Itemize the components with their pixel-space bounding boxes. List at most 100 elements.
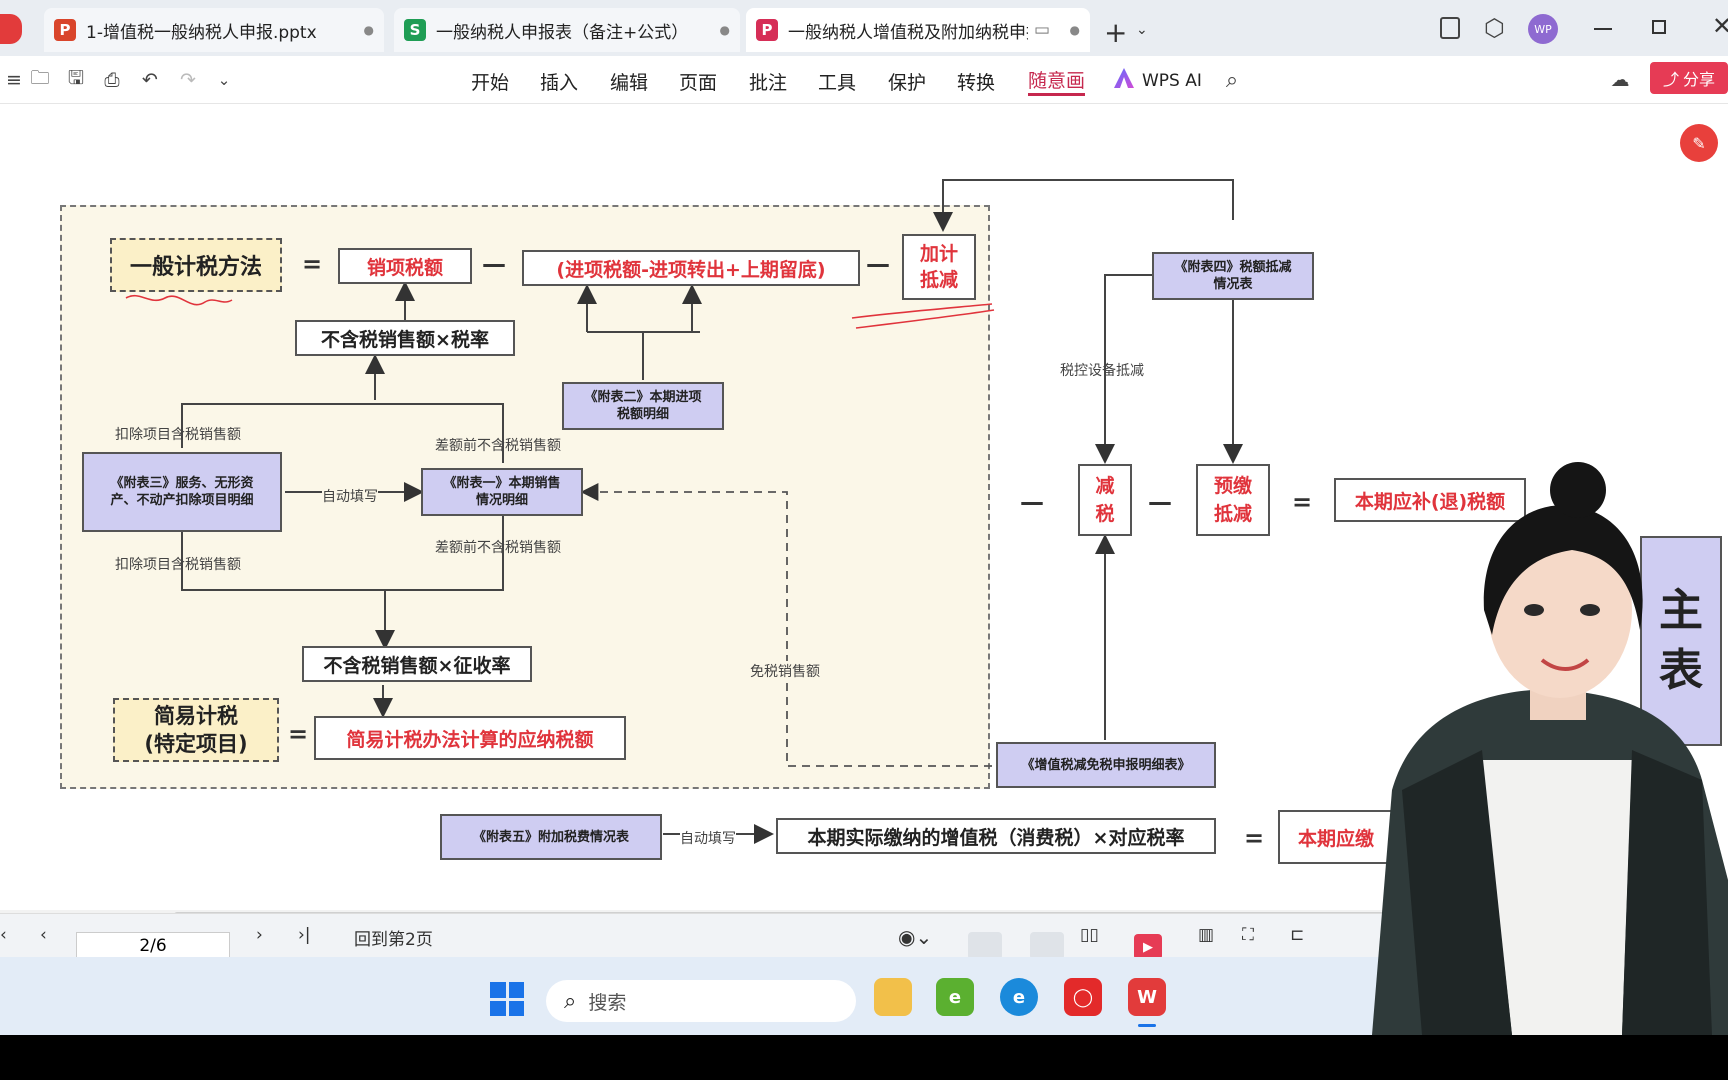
taskbar-search-field[interactable]: ⌕ 搜索 <box>546 980 856 1022</box>
floating-pdf-tool-icon[interactable]: ✎ <box>1680 124 1718 162</box>
more-chevron-icon[interactable]: ⌄ <box>210 66 238 94</box>
bottom-black-bar <box>0 1035 1728 1080</box>
attachment-3-box: 《附表三》服务、无形资产、不动产扣除项目明细 <box>82 452 282 532</box>
search-icon[interactable]: ⌕ <box>1218 66 1246 94</box>
share-icon: ⤴ <box>1662 70 1679 89</box>
equals-sign: = <box>302 250 323 278</box>
pdf-file-icon: P <box>756 19 778 41</box>
sales-times-rate-box: 不含税销售额×税率 <box>295 320 515 356</box>
close-tab-icon[interactable]: ● <box>720 23 730 37</box>
menu-page[interactable]: 页面 <box>679 66 717 96</box>
menu-lines-icon[interactable]: ≡ <box>0 66 28 94</box>
sales-times-levy-box: 不含税销售额×征收率 <box>302 646 532 682</box>
redo-icon[interactable]: ↷ <box>174 66 202 94</box>
exempt-detail-box: 《增值税减免税申报明细表》 <box>996 742 1216 788</box>
webcam-overlay <box>1362 460 1728 1035</box>
tab-list-chevron-icon[interactable]: ⌄ <box>1136 22 1148 38</box>
attachment-1-box: 《附表一》本期销售情况明细 <box>421 468 583 516</box>
search-icon: ⌕ <box>564 988 577 1014</box>
share-button[interactable]: ⤴ 分享 <box>1650 62 1728 94</box>
auto-fill-note-2: 自动填写 <box>680 828 736 848</box>
active-app-indicator <box>1138 1024 1156 1027</box>
columns-icon[interactable]: ▥ <box>1198 925 1214 945</box>
undo-icon[interactable]: ↶ <box>136 66 164 94</box>
edge-browser-icon[interactable]: e <box>1000 978 1038 1016</box>
tax-device-note: 税控设备抵减 <box>1060 363 1144 379</box>
last-page-icon[interactable]: ›| <box>298 925 311 945</box>
tab-pptx[interactable]: P 1-增值税一般纳税人申报.pptx ● <box>44 8 384 52</box>
close-window-icon[interactable]: ✕ <box>1712 12 1728 40</box>
simple-method-label: 简易计税(特定项目) <box>113 698 279 762</box>
simple-tax-amount-box: 简易计税办法计算的应纳税额 <box>314 716 626 760</box>
back-to-page-link[interactable]: 回到第2页 <box>354 925 433 950</box>
menu-comment[interactable]: 批注 <box>749 66 787 96</box>
tax-reduction-box: 减税 <box>1078 464 1132 536</box>
next-page-icon[interactable]: › <box>256 925 263 945</box>
exempt-sales-note: 免税销售额 <box>750 661 820 681</box>
auto-fill-note: 自动填写 <box>322 486 378 506</box>
avatar[interactable]: WP <box>1528 14 1558 44</box>
tab-label: 一般纳税人增值税及附加纳税申报 <box>788 22 1028 43</box>
menu-convert[interactable]: 转换 <box>957 66 995 96</box>
toolbar <box>0 56 1728 104</box>
general-method-label: 一般计税方法 <box>110 238 282 292</box>
ie-browser-icon[interactable]: e <box>936 978 974 1016</box>
page-number-input[interactable]: 2/6 <box>76 932 230 960</box>
pre-diff-bottom-note: 差额前不含税销售额 <box>435 540 561 556</box>
first-page-icon[interactable]: ‹ <box>0 925 7 945</box>
taskbar-search-label: 搜索 <box>588 991 627 1014</box>
windows-start-icon[interactable] <box>490 982 524 1016</box>
single-page-icon[interactable] <box>1030 932 1064 960</box>
attachment-2-box: 《附表二》本期进项税额明细 <box>562 382 724 430</box>
close-tab-icon[interactable]: ● <box>1070 23 1080 37</box>
tab-label: 一般纳税人申报表（备注+公式） <box>436 22 689 43</box>
print-icon[interactable]: ⎙ <box>98 66 126 94</box>
menu-start[interactable]: 开始 <box>471 66 509 96</box>
close-tab-icon[interactable]: ● <box>364 23 374 37</box>
file-explorer-icon[interactable] <box>874 978 912 1016</box>
presenter-video-image <box>1372 462 1728 1035</box>
menu-wps-ai[interactable]: WPS AI <box>1142 66 1202 96</box>
cube-icon[interactable]: ⬡ <box>1484 14 1505 42</box>
minus-sign: — <box>482 250 506 278</box>
tab-spreadsheet[interactable]: S 一般纳税人申报表（备注+公式） ● <box>394 8 740 52</box>
deduct-items-bottom-note: 扣除项目含税销售额 <box>115 557 241 573</box>
new-tab-icon[interactable]: + <box>1104 16 1127 49</box>
deduct-items-top-note: 扣除项目含税销售额 <box>115 427 241 443</box>
extra-deduction-box: 加计抵减 <box>902 234 976 300</box>
tab-label: 1-增值税一般纳税人申报.pptx <box>86 22 317 43</box>
menu-edit[interactable]: 编辑 <box>610 66 648 96</box>
restore-icon[interactable] <box>1652 20 1666 34</box>
prepaid-deduction-box: 预缴抵减 <box>1196 464 1270 536</box>
prev-page-icon[interactable]: ‹ <box>40 925 47 945</box>
equals-sign: = <box>1292 488 1313 516</box>
wps-office-icon[interactable]: W <box>1128 978 1166 1016</box>
cloud-icon[interactable]: ☁ <box>1606 66 1634 94</box>
menu-freehand[interactable]: 随意画 <box>1028 66 1086 96</box>
presentation-file-icon: P <box>54 19 76 41</box>
two-page-icon[interactable]: ▯▯ <box>1080 925 1099 945</box>
minus-sign: — <box>1020 488 1044 516</box>
video-app-icon[interactable]: ◯ <box>1064 978 1102 1016</box>
pre-diff-top-note: 差额前不含税销售额 <box>435 438 561 454</box>
equals-sign: = <box>288 720 309 748</box>
open-folder-icon[interactable]: 🗀 <box>26 66 54 94</box>
save-icon[interactable]: 🖫 <box>62 66 90 94</box>
wps-home-icon[interactable] <box>0 14 22 44</box>
tab-active-document[interactable]: P 一般纳税人增值税及附加纳税申报 ▭ ● <box>746 8 1090 52</box>
share-label: 分享 <box>1683 70 1716 89</box>
output-tax-box: 销项税额 <box>338 248 472 284</box>
equals-sign: = <box>1244 824 1265 852</box>
menu-insert[interactable]: 插入 <box>540 66 578 96</box>
input-tax-expression-box: (进项税额-进项转出+上期留底) <box>522 250 860 286</box>
fullscreen-icon[interactable]: ⛶ <box>1242 925 1254 945</box>
fit-width-icon[interactable] <box>968 932 1002 960</box>
menu-protect[interactable]: 保护 <box>888 66 926 96</box>
reading-mode-icon[interactable] <box>1440 17 1460 39</box>
menu-tools[interactable]: 工具 <box>818 66 856 96</box>
eye-icon[interactable]: ◉⌄ <box>898 925 932 949</box>
attachment-5-box: 《附表五》附加税费情况表 <box>440 814 662 860</box>
attachment-4-box: 《附表四》税额抵减情况表 <box>1152 252 1314 300</box>
bookmark-icon[interactable]: ⊏ <box>1290 925 1304 945</box>
minimize-icon[interactable] <box>1594 28 1612 30</box>
